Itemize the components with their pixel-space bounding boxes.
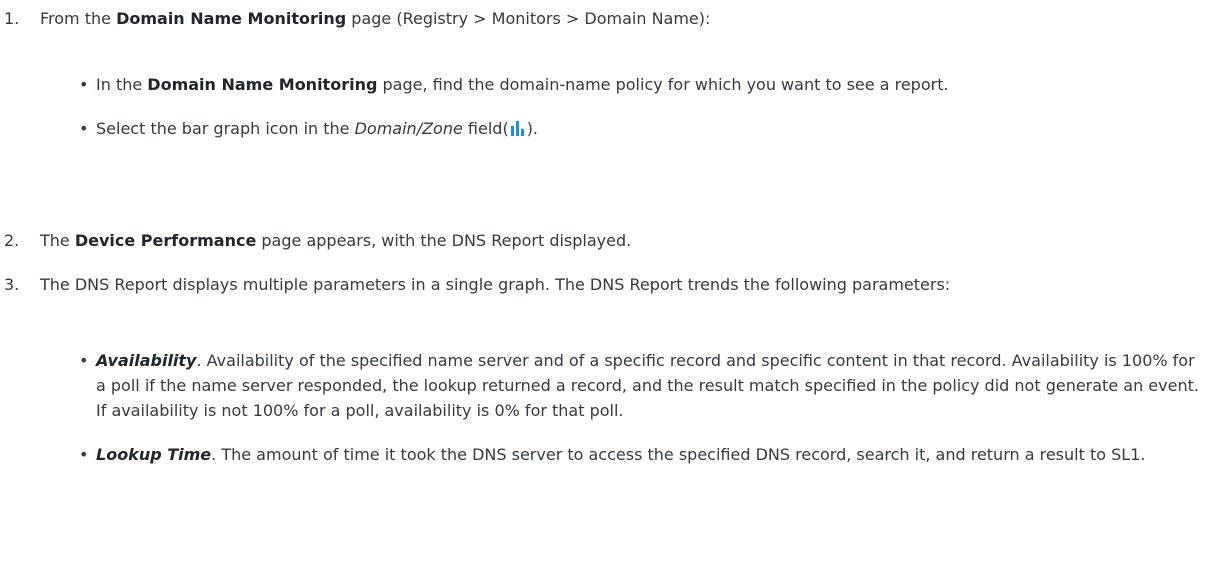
step-text: The Device Performance page appears, wit… [40,228,1205,253]
parameter-term: Lookup Time [96,445,212,464]
text-run: The [40,231,75,250]
text-run: In the [96,75,148,94]
step-3: 3. The DNS Report displays multiple para… [0,272,1205,297]
parameter-description: . Availability of the specified name ser… [96,351,1199,420]
step-number: 1. [4,9,20,28]
text-run: ). [526,119,539,138]
field-name-italic: Domain/Zone [354,119,463,138]
text-run: page appears, with the DNS Report displa… [256,231,632,250]
bullet: • [79,119,89,138]
list-item: • Select the bar graph icon in the Domai… [0,116,1205,143]
page-name-bold: Domain Name Monitoring [116,9,347,28]
bullet: • [79,75,89,94]
text-run: page (Registry > Monitors > Domain Name)… [346,9,711,28]
step-1: 1. From the Domain Name Monitoring page … [0,6,1205,31]
text-run: Select the bar graph icon in the [96,119,355,138]
bar-graph-icon [510,118,526,143]
bullet: • [79,445,89,464]
step-1-bullet-list: • In the Domain Name Monitoring page, fi… [0,72,1205,143]
step-text: From the Domain Name Monitoring page (Re… [40,6,1205,31]
parameter-description: . The amount of time it took the DNS ser… [211,445,1146,464]
step-text: The DNS Report displays multiple paramet… [40,275,951,294]
parameter-term: Availability [96,351,197,370]
text-run: From the [40,9,117,28]
step-2: 2. The Device Performance page appears, … [0,228,1205,253]
page-name-bold: Domain Name Monitoring [147,75,378,94]
bullet: • [79,351,89,370]
list-item: • Availability. Availability of the spec… [0,348,1205,423]
step-3-bullet-list: • Availability. Availability of the spec… [0,348,1205,467]
list-item: • In the Domain Name Monitoring page, fi… [0,72,1205,97]
page-name-bold: Device Performance [74,231,257,250]
document-body: 1. From the Domain Name Monitoring page … [0,0,1225,581]
text-run: page, find the domain-name policy for wh… [377,75,949,94]
text-run: field( [462,119,509,138]
step-number: 2. [4,231,20,250]
list-item: • Lookup Time. The amount of time it too… [0,442,1205,467]
step-number: 3. [4,275,20,294]
